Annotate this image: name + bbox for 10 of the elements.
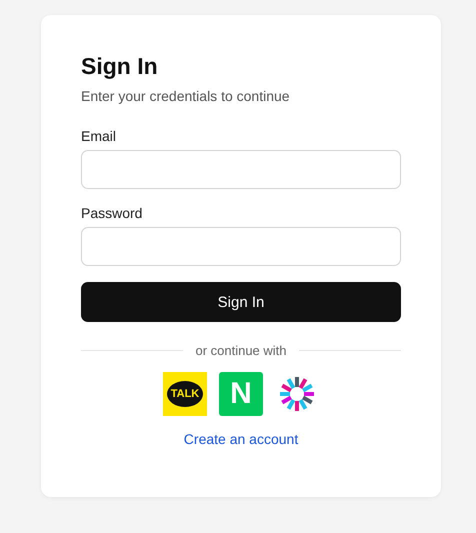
sign-in-button[interactable]: Sign In (81, 282, 401, 322)
field-label: Email (81, 128, 116, 144)
password-field[interactable] (81, 227, 401, 266)
create-account-link[interactable]: Create an account (184, 431, 298, 447)
subtitle: Enter your credentials to continue (81, 88, 290, 104)
divider-text: or continue with (195, 343, 287, 358)
email-field[interactable] (81, 150, 401, 189)
heading: Sign In (81, 53, 158, 80)
field-label: Password (81, 205, 142, 221)
kakao-button[interactable]: TALK (163, 372, 207, 416)
